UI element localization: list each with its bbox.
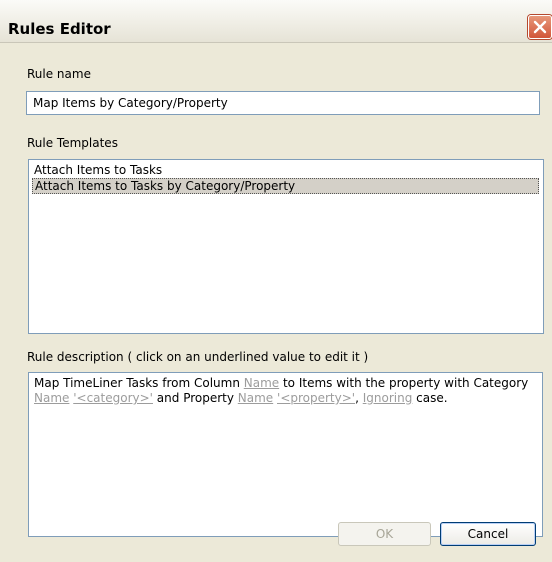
desc-text: and Property [152, 391, 238, 405]
rule-templates-label: Rule Templates [27, 136, 118, 150]
ok-button[interactable]: OK [338, 522, 431, 546]
close-icon [533, 20, 547, 34]
column-name-link[interactable]: Name [244, 376, 279, 390]
property-name-link[interactable]: Name [238, 391, 273, 405]
list-item-selected[interactable]: Attach Items to Tasks by Category/Proper… [32, 178, 539, 194]
property-value-link[interactable]: '<property>' [277, 391, 355, 405]
rules-editor-window: Rules Editor Rule name Rule Templates At… [0, 0, 552, 562]
window-title: Rules Editor [8, 20, 111, 38]
category-value-link[interactable]: '<category>' [73, 391, 153, 405]
desc-text: Map TimeLiner Tasks from Column [34, 376, 244, 390]
category-name-link[interactable]: Name [34, 391, 69, 405]
case-option-link[interactable]: Ignoring [363, 391, 413, 405]
desc-text: to Items with the property with Category [279, 376, 529, 390]
list-item[interactable]: Attach Items to Tasks [32, 163, 162, 178]
rule-description-box: Map TimeLiner Tasks from Column Name to … [28, 372, 543, 537]
rule-name-label: Rule name [27, 67, 91, 81]
title-bar[interactable]: Rules Editor [0, 0, 552, 43]
desc-text: , [355, 391, 363, 405]
close-button[interactable] [528, 15, 552, 39]
cancel-button[interactable]: Cancel [440, 522, 536, 546]
desc-text: case. [412, 391, 448, 405]
rule-description-label: Rule description ( click on an underline… [27, 350, 369, 364]
rule-name-input[interactable] [26, 91, 540, 115]
rule-templates-list[interactable]: Attach Items to Tasks Attach Items to Ta… [28, 159, 544, 334]
